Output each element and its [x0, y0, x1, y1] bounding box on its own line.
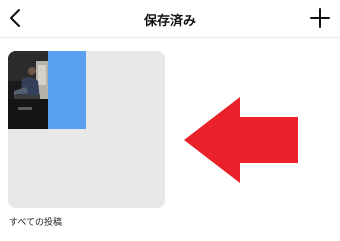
top-navigation-bar: 保存済み: [0, 0, 340, 38]
page-title: 保存済み: [143, 14, 196, 29]
collection-empty-cell: [8, 130, 86, 208]
arrow-shape: [184, 97, 298, 183]
collection-empty-cell: [87, 130, 165, 208]
thumbnail-accent-block: [48, 51, 86, 129]
saved-post-thumbnail: [8, 51, 48, 129]
collection-label[interactable]: すべての投稿: [9, 215, 62, 228]
collection-thumbnail-cell: [8, 51, 86, 129]
all-posts-collection[interactable]: [8, 51, 165, 208]
collection-empty-cell: [87, 51, 165, 129]
saved-screen: 保存済み すべての投稿: [0, 0, 340, 241]
left-arrow-icon: [180, 95, 300, 185]
add-collection-button[interactable]: [306, 4, 334, 32]
plus-icon: [310, 8, 330, 28]
